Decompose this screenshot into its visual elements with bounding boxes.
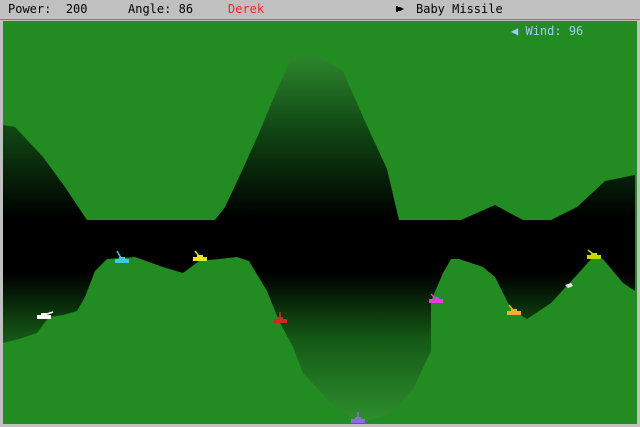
sky-region bbox=[3, 57, 635, 421]
weapon-readout: Baby Missile bbox=[396, 0, 503, 19]
terrain-canvas bbox=[3, 57, 635, 423]
status-bar: Power: 200 Angle: 86 Derek Baby Missile bbox=[0, 0, 640, 20]
wind-value: 96 bbox=[568, 24, 584, 38]
missile-icon bbox=[396, 0, 408, 19]
angle-label: Angle: bbox=[128, 2, 172, 16]
arrow-left-icon: ◀ bbox=[511, 24, 519, 38]
power-value: 200 bbox=[65, 2, 88, 16]
wind-readout: ◀ Wind: 96 bbox=[511, 24, 583, 38]
playfield[interactable]: ◀ Wind: 96 bbox=[3, 21, 637, 424]
power-readout: Power: 200 bbox=[8, 0, 88, 19]
weapon-name: Baby Missile bbox=[416, 2, 503, 16]
angle-readout: Angle: 86 bbox=[128, 0, 193, 19]
game-screen: Power: 200 Angle: 86 Derek Baby Missile bbox=[0, 0, 640, 427]
power-label: Power: bbox=[8, 2, 52, 16]
current-player-name: Derek bbox=[228, 2, 265, 16]
angle-value: 86 bbox=[178, 2, 194, 16]
tank-turret bbox=[41, 313, 47, 316]
wind-label: Wind: bbox=[525, 24, 562, 38]
